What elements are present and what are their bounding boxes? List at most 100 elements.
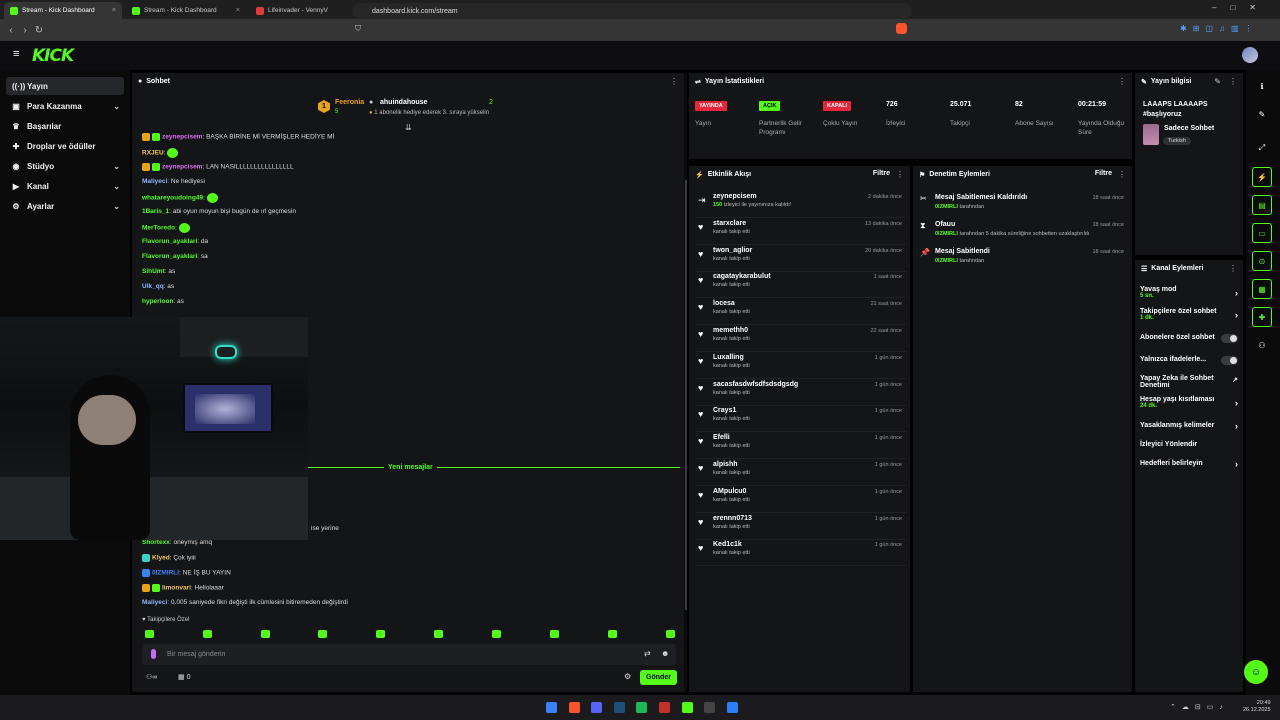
bookmark-icon[interactable]: ⛉: [355, 24, 361, 34]
activity-username[interactable]: erennn0713: [713, 515, 752, 522]
obs-icon[interactable]: [659, 702, 670, 713]
emote-icon[interactable]: [318, 630, 327, 638]
new-messages-label[interactable]: Yeni mesajlar: [384, 464, 437, 471]
kick-icon[interactable]: [681, 702, 693, 713]
chat-username[interactable]: whatareyoudoing49: [142, 195, 203, 202]
moderator-name[interactable]: 0IZMIRLI: [935, 204, 958, 210]
chat-input[interactable]: Bir mesaj gönderin: [142, 644, 676, 665]
brave-shield-icon[interactable]: [896, 23, 907, 34]
activity-item[interactable]: ♥ locesa kanalı takip etti 21 saat önce: [696, 298, 906, 326]
browser-tab[interactable]: Stream - Kick Dashboard ×: [126, 2, 246, 19]
moderator-name[interactable]: 0IZMIRLI: [935, 258, 958, 264]
tab-close-icon[interactable]: ×: [112, 7, 116, 14]
emote-icon[interactable]: [550, 630, 559, 638]
window-controls[interactable]: –□✕: [1212, 3, 1270, 12]
emote-icon[interactable]: [376, 630, 385, 638]
avatar[interactable]: [1242, 47, 1258, 63]
sidebar-item-para[interactable]: ▣ Para Kazanma ⌄: [6, 97, 124, 115]
chevron-right-icon[interactable]: ›: [1235, 288, 1238, 298]
menu-icon[interactable]: ≡: [13, 48, 19, 60]
stream-info-menu-icon[interactable]: ⋮: [1229, 77, 1237, 86]
activity-username[interactable]: alpishh: [713, 461, 738, 468]
collapse-icon[interactable]: ⇊: [405, 123, 412, 132]
channel-action-item[interactable]: Hedefleri belirleyin ›: [1140, 459, 1240, 469]
moderation-menu-icon[interactable]: ⋮: [1118, 170, 1126, 179]
activity-item[interactable]: ♥ alpishh kanalı takip etti 1 gün önce: [696, 459, 906, 486]
vscode-icon[interactable]: [726, 702, 738, 713]
sidebar-item-droplar[interactable]: ✚ Droplar ve ödüller: [6, 137, 124, 155]
activity-item[interactable]: ♥ Crays1 kanalı takip etti 1 gün önce: [696, 405, 906, 433]
reload-icon[interactable]: ↻: [32, 25, 46, 36]
chat-username[interactable]: RXJEU: [142, 150, 164, 157]
mic-icon[interactable]: [151, 649, 156, 659]
chat-username[interactable]: Shortexx: [142, 539, 170, 546]
sidebar-item-yayın[interactable]: ((·)) Yayın: [6, 77, 124, 95]
chat-scrollbar[interactable]: [685, 180, 687, 610]
chevron-right-icon[interactable]: ›: [1235, 310, 1238, 320]
external-link-icon[interactable]: ↗: [1232, 376, 1238, 384]
channel-action-item[interactable]: Yapay Zeka ile Sohbet Denetimi ↗: [1140, 375, 1240, 389]
chevron-right-icon[interactable]: ›: [1235, 459, 1238, 469]
steam-icon[interactable]: [613, 702, 625, 713]
sidebar-item-kanal[interactable]: ▶ Kanal ⌄: [6, 177, 124, 195]
chat-username[interactable]: zeynepcisem: [162, 134, 202, 141]
channel-actions-menu-icon[interactable]: ⋮: [1229, 264, 1237, 273]
channel-action-item[interactable]: Abonelere özel sohbet: [1140, 334, 1240, 343]
chevron-right-icon[interactable]: ›: [1235, 398, 1238, 408]
browser-tab[interactable]: Lifeinvader - VennyV×: [250, 2, 368, 19]
channel-action-item[interactable]: Yalnızca ifadelerle...: [1140, 356, 1240, 365]
emote-icon[interactable]: [145, 630, 154, 638]
chat-username[interactable]: Flavorun_ayaklari: [142, 253, 197, 260]
back-icon[interactable]: ‹: [4, 25, 18, 36]
emote-icon[interactable]: [492, 630, 501, 638]
gift-icon[interactable]: ▦ 0: [178, 673, 190, 681]
activity-username[interactable]: starxclare: [713, 220, 746, 227]
chat-username[interactable]: 0IZMIRLI: [152, 570, 179, 577]
pencil-icon[interactable]: ✎: [1252, 104, 1272, 124]
activity-item[interactable]: ♥ Efelli kanalı takip etti 1 gün önce: [696, 432, 906, 460]
chevron-down-icon[interactable]: ⌄: [113, 162, 120, 171]
activity-username[interactable]: Crays1: [713, 407, 736, 414]
chat-settings-icon[interactable]: ⚙: [624, 672, 631, 681]
chat-menu-icon[interactable]: ⋮: [670, 77, 678, 86]
support-chat-button[interactable]: ☺: [1244, 660, 1268, 684]
tab-close-icon[interactable]: ×: [236, 7, 240, 14]
tray-icons[interactable]: ⌃☁⊟▭♪: [1170, 703, 1229, 711]
url-field[interactable]: dashboard.kick.com/stream: [352, 3, 912, 19]
expand-icon[interactable]: ⤢: [1252, 138, 1272, 158]
channel-action-item[interactable]: Yasaklanmış kelimeler ›: [1140, 421, 1240, 431]
emote-icon[interactable]: [666, 630, 675, 638]
activity-username[interactable]: memethh0: [713, 327, 748, 334]
info-icon[interactable]: ℹ: [1252, 76, 1272, 96]
slash-command-icon[interactable]: ⇄: [644, 649, 651, 658]
chat-username[interactable]: Klyed: [152, 555, 170, 562]
windows-start-icon[interactable]: [546, 702, 557, 713]
stats-menu-icon[interactable]: ⋮: [1118, 77, 1126, 86]
spotify-icon[interactable]: [636, 702, 648, 713]
browser-toolbar-icons[interactable]: ✱⊞◫♫▥⋮: [1180, 24, 1259, 33]
activity-item[interactable]: ⇥ zeynepcisem 150 izleyici ile yayınınıza …: [696, 191, 906, 218]
emote-icon[interactable]: [261, 630, 270, 638]
activity-username[interactable]: twon_aglior: [713, 247, 752, 254]
chat-username[interactable]: Maliyeci: [142, 178, 167, 185]
chat-username[interactable]: SihUmt: [142, 268, 165, 275]
chat-username[interactable]: Maliyeci: [142, 599, 167, 606]
activity-username[interactable]: sacasfasdwfsdfsdsdgsdg: [713, 381, 798, 388]
channel-action-item[interactable]: Yavaş mod 5 sn. ›: [1140, 286, 1240, 299]
activity-item[interactable]: ♥ sacasfasdwfsdfsdsdgsdg kanalı takip etti…: [696, 379, 906, 406]
chevron-down-icon[interactable]: ⌄: [113, 202, 120, 211]
forward-icon[interactable]: ›: [18, 25, 32, 36]
kick-logo[interactable]: KICK: [32, 46, 74, 66]
activity-item[interactable]: ♥ Luxalling kanalı takip etti 1 gün önce: [696, 352, 906, 379]
chat-username[interactable]: Ulk_qq: [142, 283, 164, 290]
activity-username[interactable]: locesa: [713, 300, 735, 307]
activity-item[interactable]: ♥ starxclare kanalı takip etti 13 dakika ön…: [696, 218, 906, 245]
sidebar-item-stüdyo[interactable]: ◉ Stüdyo ⌄: [6, 157, 124, 175]
emote-icon[interactable]: [203, 630, 212, 638]
emote-icon[interactable]: [434, 630, 443, 638]
chat-username[interactable]: zeynepcisem: [162, 164, 202, 171]
toggle-switch[interactable]: [1221, 356, 1238, 365]
sidebar-item-başarılar[interactable]: ♛ Başarılar: [6, 117, 124, 135]
discord-icon[interactable]: [591, 702, 603, 713]
chat-username[interactable]: hyperioon: [142, 298, 173, 305]
